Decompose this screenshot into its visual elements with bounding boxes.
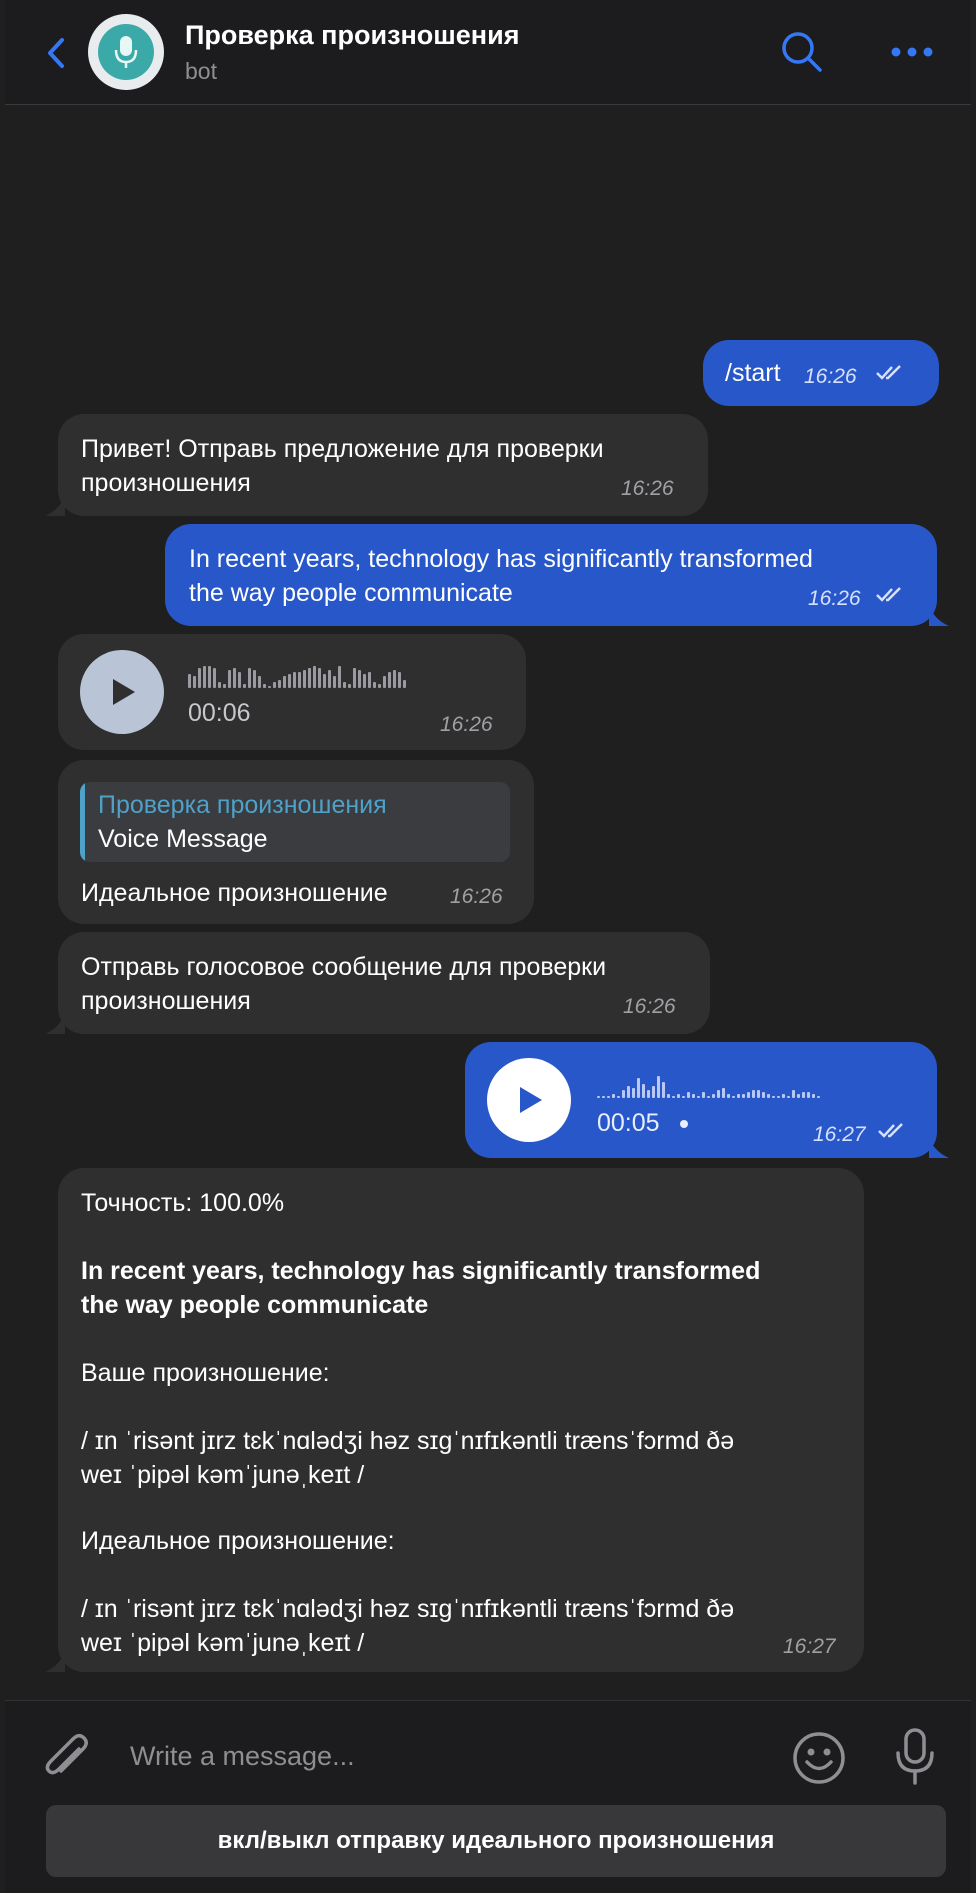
bubble-tail xyxy=(45,1014,65,1034)
quote-bar xyxy=(80,782,85,862)
message-time: 16:26 xyxy=(804,365,857,388)
double-check-icon xyxy=(876,587,901,602)
message-text-line1: Привет! Отправь предложение для проверки xyxy=(81,435,604,463)
bubble-tail xyxy=(929,606,949,626)
message-time: 16:27 xyxy=(783,1635,836,1658)
paperclip-icon[interactable] xyxy=(41,1731,91,1787)
voice-message-outgoing[interactable]: 00:05 16:27 xyxy=(465,1042,937,1158)
accuracy-text: Точность: 100.0% xyxy=(81,1189,285,1217)
quote-text: Voice Message xyxy=(98,825,268,853)
quote-title: Проверка произношения xyxy=(98,791,387,819)
emoji-icon[interactable] xyxy=(792,1731,846,1785)
more-icon[interactable] xyxy=(890,40,934,64)
message-text: /start xyxy=(725,359,781,387)
keyboard-button-toggle-ideal[interactable]: вкл/выкл отправку идеального произношени… xyxy=(46,1805,946,1877)
search-icon[interactable] xyxy=(780,30,824,74)
voice-duration: 00:06 xyxy=(188,699,251,727)
double-check-icon xyxy=(878,1123,903,1138)
sentence-line2: the way people communicate xyxy=(81,1291,429,1319)
sentence-line1: In recent years, technology has signific… xyxy=(81,1257,761,1285)
message-text-line2: произношения xyxy=(81,987,251,1015)
play-button[interactable] xyxy=(487,1058,571,1142)
ideal-ipa-line2: weɪ ˈpipəl kəmˈjunəˌkeɪt / xyxy=(81,1629,365,1657)
yours-ipa-line2: weɪ ˈpipəl kəmˈjunəˌkeɪt / xyxy=(81,1461,365,1489)
bubble-tail xyxy=(45,496,65,516)
bubble-tail xyxy=(929,1138,949,1158)
chat-title[interactable]: Проверка произношения xyxy=(185,20,519,51)
voice-duration: 00:05 xyxy=(597,1109,660,1137)
message-text-line2: the way people communicate xyxy=(189,579,513,607)
unplayed-dot xyxy=(680,1120,688,1128)
message-start[interactable]: /start 16:26 xyxy=(703,340,939,406)
bubble-tail xyxy=(45,1652,65,1672)
message-time: 16:26 xyxy=(440,713,493,736)
message-sentence[interactable]: In recent years, technology has signific… xyxy=(165,524,937,626)
yours-label: Ваше произношение: xyxy=(81,1359,330,1387)
chat-header: Проверка произношения bot xyxy=(5,0,971,105)
play-icon xyxy=(520,1087,542,1113)
message-time: 16:27 xyxy=(813,1123,866,1146)
double-check-icon xyxy=(876,365,901,380)
message-time: 16:26 xyxy=(808,587,861,610)
message-input[interactable]: Write a message... xyxy=(130,1741,355,1772)
message-time: 16:26 xyxy=(450,885,503,908)
message-greeting[interactable]: Привет! Отправь предложение для проверки… xyxy=(58,414,708,516)
ideal-label: Идеальное произношение: xyxy=(81,1527,395,1555)
message-text-line1: In recent years, technology has signific… xyxy=(189,545,813,573)
voice-waveform[interactable] xyxy=(188,662,406,688)
message-text-line1: Отправь голосовое сообщение для проверки xyxy=(81,953,607,981)
message-reply[interactable]: Проверка произношения Voice Message Идеа… xyxy=(58,760,534,924)
ideal-ipa-line1: / ɪn ˈrisənt jɪrz tɛkˈnɑlədʒi həz sɪɡˈnɪ… xyxy=(81,1595,735,1623)
play-icon xyxy=(113,679,135,705)
message-result[interactable]: Точность: 100.0% In recent years, techno… xyxy=(58,1168,864,1672)
bot-avatar[interactable] xyxy=(88,14,164,90)
yours-ipa-line1: / ɪn ˈrisənt jɪrz tɛkˈnɑlədʒi həz sɪɡˈnɪ… xyxy=(81,1427,735,1455)
voice-message-incoming[interactable]: 00:06 16:26 xyxy=(58,634,526,750)
chevron-left-icon[interactable] xyxy=(45,36,67,70)
reply-quote[interactable]: Проверка произношения Voice Message xyxy=(80,782,510,862)
bot-avatar-icon xyxy=(98,24,154,80)
microphone-icon[interactable] xyxy=(893,1727,937,1787)
chat-subtitle: bot xyxy=(185,58,217,84)
play-button[interactable] xyxy=(80,650,164,734)
message-prompt[interactable]: Отправь голосовое сообщение для проверки… xyxy=(58,932,710,1034)
message-text: Идеальное произношение xyxy=(81,879,388,907)
message-time: 16:26 xyxy=(623,995,676,1018)
message-composer: Write a message... вкл/выкл отправку иде… xyxy=(5,1700,971,1893)
chat-window: Проверка произношения bot /start 16:26 П… xyxy=(5,0,971,1893)
message-text-line2: произношения xyxy=(81,469,251,497)
voice-waveform[interactable] xyxy=(597,1072,820,1098)
message-time: 16:26 xyxy=(621,477,674,500)
